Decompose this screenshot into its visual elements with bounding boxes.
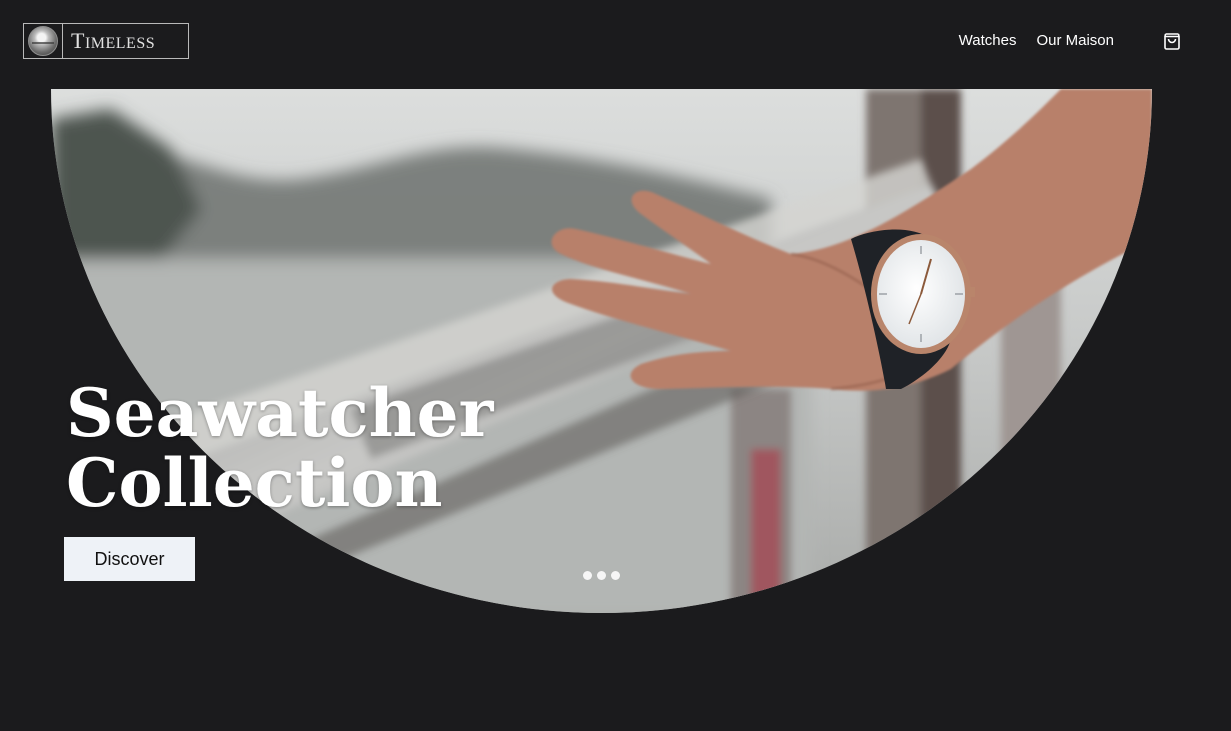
hero-title-line-2: Collection bbox=[66, 444, 443, 522]
logo-divider bbox=[62, 24, 63, 58]
brand-name: TIMELESS bbox=[71, 30, 155, 52]
nav-link-watches[interactable]: Watches bbox=[959, 31, 1017, 51]
slider-dot-1[interactable] bbox=[583, 571, 592, 580]
main-navigation: Watches Our Maison bbox=[959, 31, 1114, 51]
brand-logo[interactable]: TIMELESS bbox=[23, 23, 189, 59]
discover-button[interactable]: Discover bbox=[64, 537, 195, 581]
slider-dot-3[interactable] bbox=[611, 571, 620, 580]
hero-photo bbox=[51, 89, 1152, 613]
shopping-bag-icon[interactable] bbox=[1162, 31, 1182, 51]
brand-initial: T bbox=[71, 28, 85, 53]
hero-banner bbox=[51, 89, 1152, 613]
hero-title: Seawatcher Collection bbox=[66, 378, 493, 518]
slider-dot-2[interactable] bbox=[597, 571, 606, 580]
hero-title-line-1: Seawatcher bbox=[66, 374, 494, 452]
brand-rest: IMELESS bbox=[84, 35, 156, 52]
slider-pagination bbox=[583, 571, 620, 580]
nav-link-our-maison[interactable]: Our Maison bbox=[1036, 31, 1114, 51]
logo-emblem-icon bbox=[28, 26, 58, 56]
